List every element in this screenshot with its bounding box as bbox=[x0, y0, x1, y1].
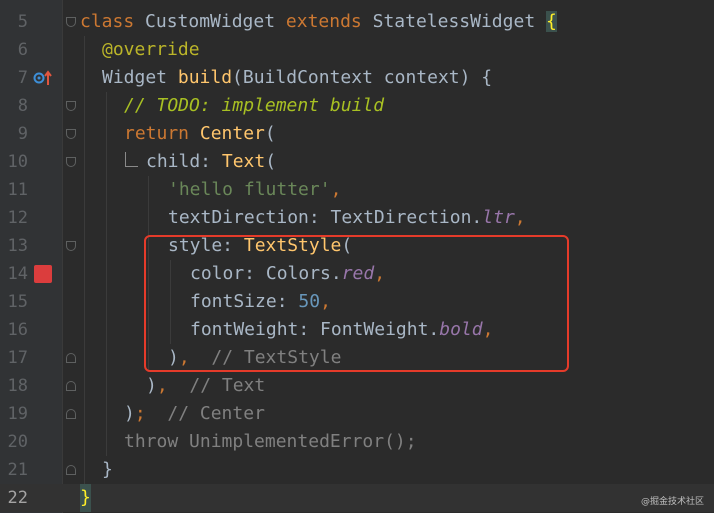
line-number: 22 bbox=[7, 488, 28, 508]
code-text: 'hello flutter', bbox=[168, 179, 342, 200]
line-number: 14 bbox=[7, 264, 28, 284]
code-text: child: Text( bbox=[146, 151, 277, 172]
line-number: 20 bbox=[7, 432, 28, 452]
code-text: Widget build(BuildContext context) { bbox=[102, 67, 493, 88]
tree-connector bbox=[125, 152, 138, 167]
line-number: 10 bbox=[7, 152, 28, 172]
annotation: @override bbox=[102, 39, 200, 60]
code-line[interactable]: 10 child: Text( bbox=[0, 148, 714, 176]
code-line-current[interactable]: 22 } bbox=[0, 484, 714, 512]
line-number: 7 bbox=[17, 68, 28, 88]
unreachable-code: throw UnimplementedError(); bbox=[124, 431, 417, 452]
todo-comment: // TODO: implement build bbox=[124, 95, 385, 116]
code-line[interactable]: 12 textDirection: TextDirection.ltr, bbox=[0, 204, 714, 232]
code-line[interactable]: 5 class CustomWidget extends StatelessWi… bbox=[0, 8, 714, 36]
line-number: 9 bbox=[17, 124, 28, 144]
code-line[interactable]: 20 throw UnimplementedError(); bbox=[0, 428, 714, 456]
breakpoint-icon[interactable] bbox=[34, 265, 52, 283]
code-line[interactable]: 7 Widget build(BuildContext context) { bbox=[0, 64, 714, 92]
override-implements-icon[interactable] bbox=[33, 69, 53, 87]
line-number: 21 bbox=[7, 460, 28, 480]
watermark: @掘金技术社区 bbox=[640, 497, 704, 507]
code-text: ); // Center bbox=[124, 403, 265, 424]
code-line[interactable]: 6 @override bbox=[0, 36, 714, 64]
line-number: 19 bbox=[7, 404, 28, 424]
code-line[interactable]: 19 ); // Center bbox=[0, 400, 714, 428]
matched-brace: } bbox=[80, 484, 91, 512]
line-number: 8 bbox=[17, 96, 28, 116]
code-line[interactable]: 21 } bbox=[0, 456, 714, 484]
line-number: 15 bbox=[7, 292, 28, 312]
line-number: 5 bbox=[17, 12, 28, 32]
line-number: 12 bbox=[7, 208, 28, 228]
code-text: } bbox=[102, 459, 113, 480]
code-line[interactable]: 8 // TODO: implement build bbox=[0, 92, 714, 120]
code-text: ), // Text bbox=[146, 375, 266, 396]
code-line[interactable]: 11 'hello flutter', bbox=[0, 176, 714, 204]
line-number: 17 bbox=[7, 348, 28, 368]
code-line[interactable]: 9 return Center( bbox=[0, 120, 714, 148]
line-number: 16 bbox=[7, 320, 28, 340]
code-text: return Center( bbox=[124, 123, 276, 144]
line-number: 6 bbox=[17, 40, 28, 60]
line-number: 13 bbox=[7, 236, 28, 256]
line-number: 18 bbox=[7, 376, 28, 396]
code-text: textDirection: TextDirection.ltr, bbox=[168, 207, 526, 228]
code-line[interactable]: 18 ), // Text bbox=[0, 372, 714, 400]
line-number: 11 bbox=[7, 180, 28, 200]
code-text: class CustomWidget extends StatelessWidg… bbox=[80, 11, 557, 32]
highlight-annotation-box bbox=[144, 235, 569, 372]
